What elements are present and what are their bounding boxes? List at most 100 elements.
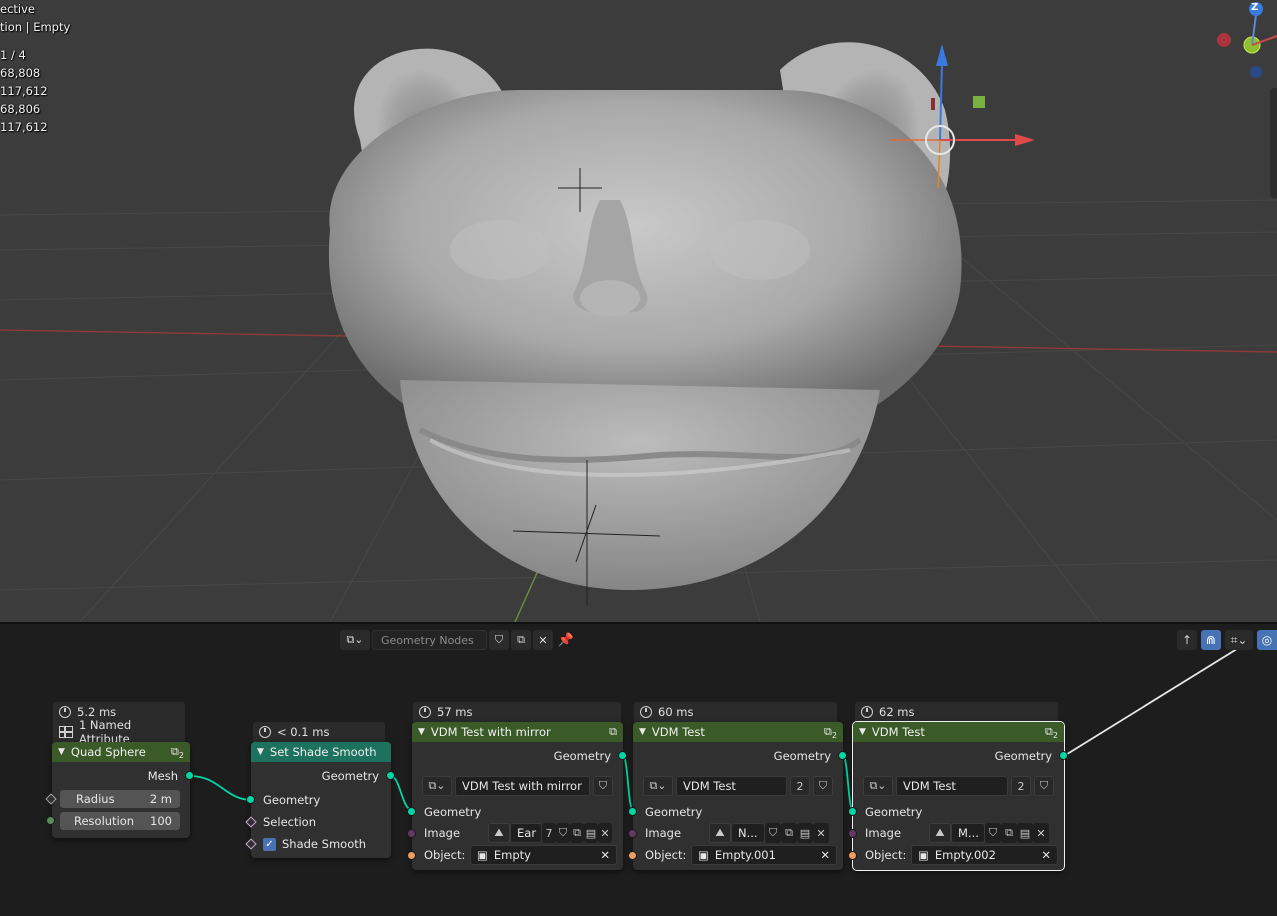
open-image-button[interactable]: ▤ <box>584 823 598 843</box>
output-socket-geometry[interactable] <box>386 771 395 780</box>
duplicate-button[interactable]: ⧉ <box>781 823 797 843</box>
output-geometry-row: Geometry <box>412 745 623 767</box>
input-socket-geometry[interactable] <box>246 795 255 804</box>
node-set-shade-smooth[interactable]: ▼ Set Shade Smooth Geometry Geometry Sel… <box>246 742 395 858</box>
image-name-field[interactable]: M... <box>951 823 985 843</box>
output-geometry-row: Geometry <box>633 745 843 767</box>
node-header[interactable]: ▼ Quad Sphere ⧉2 <box>52 742 190 762</box>
resolution-field[interactable]: Resolution 100 <box>60 812 180 830</box>
viewport-scene <box>0 2 1277 622</box>
input-socket-image[interactable] <box>628 829 637 838</box>
group-browse-button[interactable]: ⧉⌄ <box>643 776 673 796</box>
clear-object-icon[interactable]: ✕ <box>1041 848 1051 862</box>
input-socket-object[interactable] <box>848 851 857 860</box>
collapse-chevron-icon[interactable]: ▼ <box>257 747 264 757</box>
fake-user-button[interactable]: ⛉ <box>489 630 509 650</box>
output-socket-mesh[interactable] <box>185 771 194 780</box>
fake-user-button[interactable]: ⛉ <box>985 823 1001 843</box>
fake-user-button[interactable]: ⛉ <box>765 823 781 843</box>
output-socket-geometry[interactable] <box>618 751 627 760</box>
open-image-button[interactable]: ▤ <box>1017 823 1033 843</box>
unlink-image-button[interactable]: ✕ <box>598 823 612 843</box>
input-socket-geometry[interactable] <box>407 807 416 816</box>
snap-mode-dropdown[interactable]: ⌗⌄ <box>1225 630 1253 650</box>
node-header[interactable]: ▼ VDM Test with mirror ⧉ <box>412 722 623 742</box>
fake-user-button[interactable]: ⛉ <box>813 776 833 796</box>
parent-node-tree-button[interactable]: ↑ <box>1177 630 1197 650</box>
duplicate-button[interactable]: ⧉ <box>1001 823 1017 843</box>
node-vdm-test-2[interactable]: ▼ VDM Test ⧉2 Geometry ⧉⌄ VDM Test 2 ⛉ G… <box>848 721 1068 871</box>
collapse-chevron-icon[interactable]: ▼ <box>418 727 425 737</box>
group-name-field[interactable]: VDM Test <box>896 776 1008 796</box>
input-socket-geometry[interactable] <box>628 807 637 816</box>
node-group-name-field[interactable]: Geometry Nodes <box>372 630 487 650</box>
clear-object-icon[interactable]: ✕ <box>820 848 830 862</box>
clear-object-icon[interactable]: ✕ <box>600 848 610 862</box>
unlink-button[interactable]: ✕ <box>533 630 553 650</box>
group-browse-button[interactable]: ⧉⌄ <box>863 776 893 796</box>
input-socket-object[interactable] <box>628 851 637 860</box>
shield-icon: ⛉ <box>598 779 608 792</box>
snapping-toggle[interactable]: ⋒ <box>1201 630 1221 650</box>
socket-label: Geometry <box>321 769 379 783</box>
collapse-chevron-icon[interactable]: ▼ <box>859 727 866 737</box>
group-name-field[interactable]: VDM Test <box>676 776 787 796</box>
input-socket-image[interactable] <box>407 829 416 838</box>
socket-label: Image <box>645 826 682 840</box>
output-socket-geometry[interactable] <box>838 751 847 760</box>
group-name-field[interactable]: VDM Test with mirror <box>455 776 590 796</box>
object-field[interactable]: ▣ Empty.001 ✕ <box>691 845 837 865</box>
group-browse-button[interactable]: ⧉⌄ <box>422 776 452 796</box>
object-field[interactable]: ▣ Empty ✕ <box>470 845 617 865</box>
output-socket-geometry[interactable] <box>1059 751 1068 760</box>
fake-user-button[interactable]: ⛉ <box>556 823 570 843</box>
input-geometry-row: Geometry <box>412 801 623 823</box>
node-quad-sphere[interactable]: ▼ Quad Sphere ⧉2 Mesh Radius 2 m Resolut… <box>46 742 194 838</box>
input-socket-resolution[interactable] <box>46 816 55 825</box>
stopwatch-icon <box>259 726 271 738</box>
input-socket-radius[interactable] <box>46 794 55 803</box>
duplicate-button[interactable]: ⧉ <box>570 823 584 843</box>
open-image-button[interactable]: ▤ <box>797 823 813 843</box>
node-header[interactable]: ▼ VDM Test ⧉2 <box>853 722 1064 742</box>
navigation-gizmo[interactable] <box>1217 2 1277 78</box>
collapse-chevron-icon[interactable]: ▼ <box>639 727 646 737</box>
image-browse-button[interactable]: ⛰ <box>709 823 731 843</box>
geometry-node-editor[interactable]: ⧉⌄ Geometry Nodes ⛉ ⧉ ✕ 📌 ↑ ⋒ ⌗⌄ ◎ 5.2 m… <box>0 622 1277 916</box>
node-header[interactable]: ▼ VDM Test ⧉2 <box>633 722 843 742</box>
node-vdm-test-1[interactable]: ▼ VDM Test ⧉2 Geometry ⧉⌄ VDM Test 2 ⛉ G… <box>628 722 847 870</box>
fake-user-button[interactable]: ⛉ <box>1034 776 1054 796</box>
overlay-toggle[interactable]: ◎ <box>1257 630 1277 650</box>
image-name-field[interactable]: N... <box>731 823 765 843</box>
image-name-field[interactable]: Ear <box>510 823 542 843</box>
pin-icon[interactable]: 📌 <box>555 630 577 650</box>
image-browse-button[interactable]: ⛰ <box>488 823 510 843</box>
socket-label: Object: <box>645 848 687 862</box>
sculpt-head-mesh[interactable] <box>328 42 962 590</box>
input-socket-image[interactable] <box>848 829 857 838</box>
object-icon: ▣ <box>918 848 929 862</box>
node-header[interactable]: ▼ Set Shade Smooth <box>251 742 391 762</box>
duplicate-button[interactable]: ⧉ <box>511 630 531 650</box>
unlink-image-button[interactable]: ✕ <box>1033 823 1049 843</box>
node-vdm-test-with-mirror[interactable]: ▼ VDM Test with mirror ⧉ Geometry ⧉⌄ VDM… <box>407 722 627 870</box>
viewport-nav-buttons[interactable] <box>1270 88 1277 198</box>
image-browse-button[interactable]: ⛰ <box>929 823 951 843</box>
input-socket-selection[interactable] <box>246 817 255 826</box>
input-socket-shade-smooth[interactable] <box>246 839 255 848</box>
link-vdm2-to-vdm3 <box>842 755 854 811</box>
timing-value: 62 ms <box>879 705 915 719</box>
unlink-image-button[interactable]: ✕ <box>813 823 829 843</box>
object-field[interactable]: ▣ Empty.002 ✕ <box>911 845 1058 865</box>
node-tree-browse-button[interactable]: ⧉⌄ <box>340 630 370 650</box>
input-socket-object[interactable] <box>407 851 416 860</box>
input-socket-geometry[interactable] <box>848 807 857 816</box>
fake-user-button[interactable]: ⛉ <box>593 776 613 796</box>
collapse-chevron-icon[interactable]: ▼ <box>58 747 65 757</box>
socket-label: Geometry <box>424 805 482 819</box>
radius-row: Radius 2 m <box>60 788 182 810</box>
3d-viewport[interactable]: Z ective tion | Empty 1 / 4 68,808 117,6… <box>0 0 1277 622</box>
image-input-row: Image ⛰ M... ⛉ ⧉ ▤ ✕ <box>865 823 1058 843</box>
shade-smooth-checkbox[interactable]: ✓ <box>263 837 276 851</box>
radius-field[interactable]: Radius 2 m <box>60 790 180 808</box>
